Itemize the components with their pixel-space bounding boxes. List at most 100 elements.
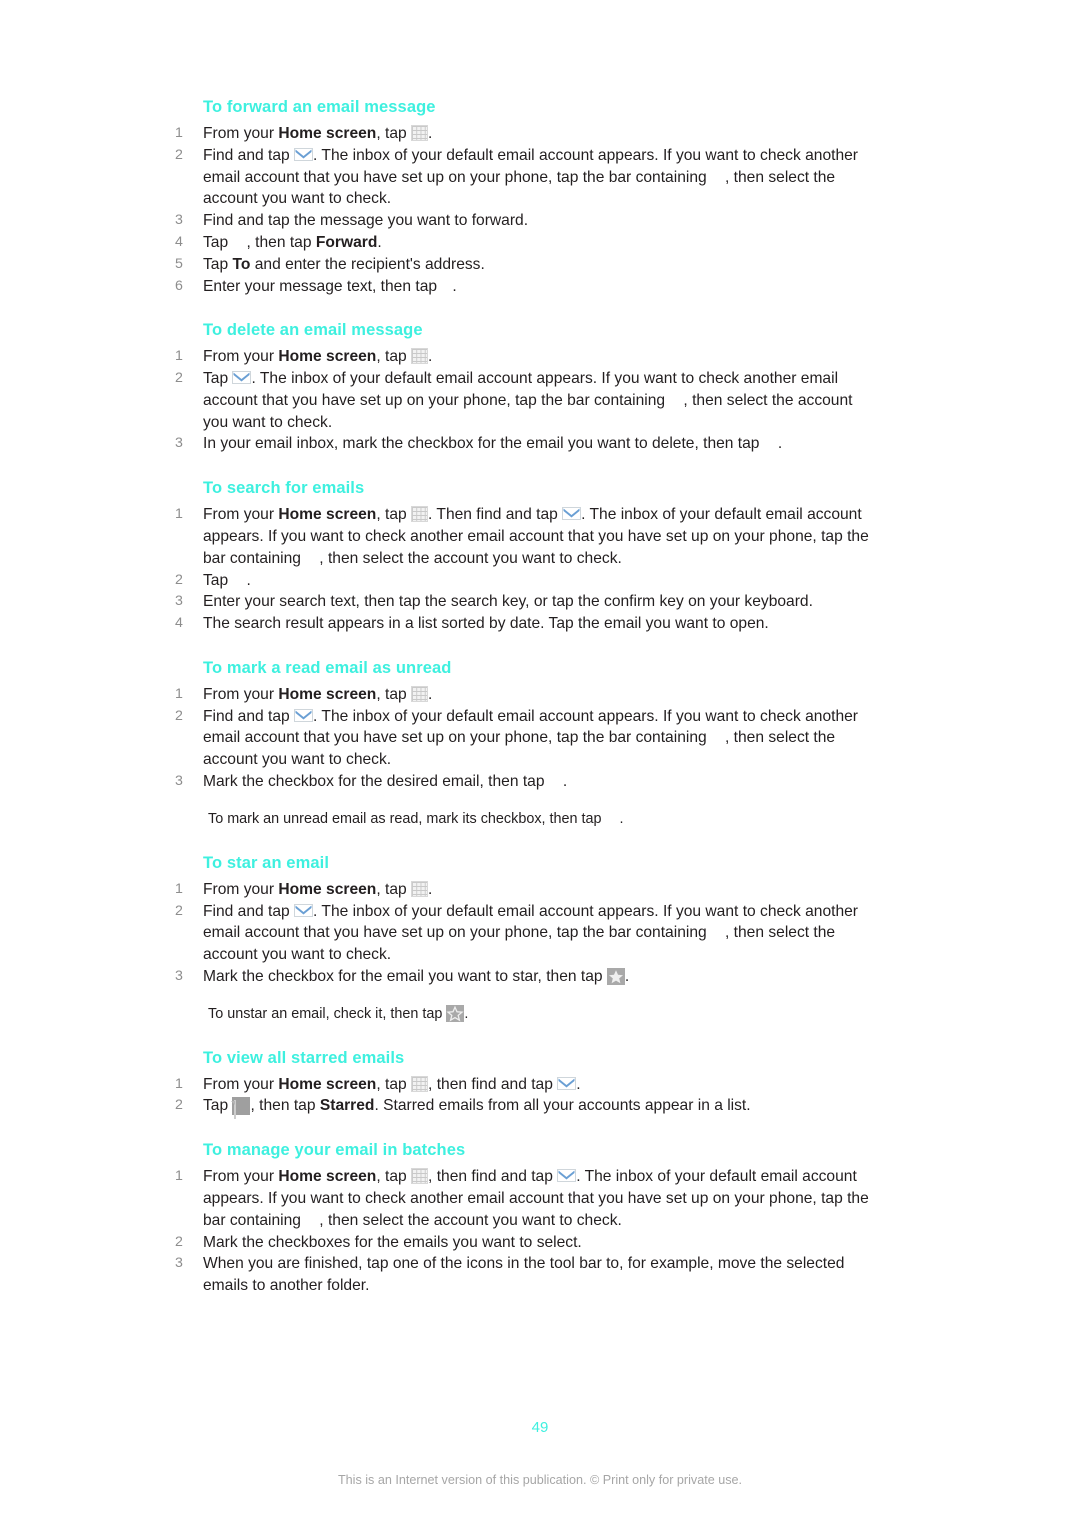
step-number: 3 xyxy=(175,1255,183,1272)
app-drawer-grid-icon xyxy=(411,124,429,141)
step-text: From your Home screen, tap . xyxy=(203,685,433,703)
emphasis-text: Home screen xyxy=(278,506,377,524)
step-item: 3 Enter your search text, then tap the se… xyxy=(175,591,875,613)
step-text: The search result appears in a list sort… xyxy=(203,615,769,633)
star-outline-icon xyxy=(446,1004,465,1022)
step-list: 1 From your Home screen, tap , then find … xyxy=(175,1074,875,1120)
step-list: 1 From your Home screen, tap . 2 Find and t… xyxy=(175,684,875,793)
step-number: 2 xyxy=(175,707,183,724)
envelope-icon xyxy=(294,903,314,917)
blank-glyph-icon xyxy=(669,395,683,408)
step-item: 1 From your Home screen, tap . xyxy=(175,346,875,368)
blank-glyph-icon xyxy=(232,237,246,250)
blank-glyph-icon xyxy=(232,575,246,588)
step-number: 3 xyxy=(175,435,183,452)
page-content: To forward an email message 1 From your Ho… xyxy=(175,96,875,1297)
step-number: 5 xyxy=(175,255,183,272)
step-text: Find and tap . The inbox of your default… xyxy=(203,146,858,208)
emphasis-text: Forward xyxy=(315,233,378,251)
envelope-icon xyxy=(232,371,252,385)
envelope-icon xyxy=(294,147,314,161)
step-text: From your Home screen, tap . xyxy=(203,880,433,898)
procedure-section: To view all starred emails 1 From your Hom… xyxy=(175,1047,875,1120)
blank-glyph-icon xyxy=(711,732,725,745)
step-text: Find and tap . The inbox of your default… xyxy=(203,902,858,964)
blank-glyph-icon xyxy=(711,172,725,185)
procedure-section: To star an email 1 From your Home screen, … xyxy=(175,852,875,1025)
step-number: 2 xyxy=(175,1097,183,1114)
section-heading: To view all starred emails xyxy=(203,1048,405,1067)
step-item: 3 Find and tap the message you want to fo… xyxy=(175,210,875,232)
envelope-icon xyxy=(294,708,314,722)
blank-glyph-icon xyxy=(711,927,725,940)
app-drawer-grid-icon xyxy=(411,348,429,365)
step-text: Tap . xyxy=(203,571,251,589)
step-number: 2 xyxy=(175,370,183,387)
step-item: 4 Tap , then tap Forward. xyxy=(175,232,875,254)
procedure-section: To search for emails 1 From your Home scre… xyxy=(175,477,875,635)
app-drawer-grid-icon xyxy=(411,506,429,523)
step-number: 1 xyxy=(175,685,183,702)
step-item: 1 From your Home screen, tap . xyxy=(175,684,875,706)
step-text: Tap , then tap Starred. Starred emails f… xyxy=(203,1097,751,1120)
step-number: 1 xyxy=(175,124,183,141)
step-text: From your Home screen, tap , then find a… xyxy=(203,1168,869,1229)
step-item: 6 Enter your message text, then tap . xyxy=(175,276,875,298)
procedure-section: To manage your email in batches 1 From you… xyxy=(175,1139,875,1297)
step-item: 1 From your Home screen, tap . xyxy=(175,879,875,901)
emphasis-text: To xyxy=(232,255,251,273)
step-item: 2 Tap . xyxy=(175,570,875,592)
step-number: 2 xyxy=(175,902,183,919)
step-number: 2 xyxy=(175,571,183,588)
section-heading: To manage your email in batches xyxy=(203,1141,466,1160)
app-drawer-grid-icon xyxy=(411,685,429,702)
step-number: 4 xyxy=(175,233,183,250)
section-note: To unstar an email, check it, then tap . xyxy=(208,1004,469,1022)
envelope-icon xyxy=(557,1169,577,1183)
envelope-icon xyxy=(557,1076,577,1090)
step-text: When you are finished, tap one of the ic… xyxy=(203,1255,845,1295)
step-item: 5 Tap To and enter the recipient's addres… xyxy=(175,254,875,276)
procedure-section: To mark a read email as unread 1 From your… xyxy=(175,657,875,830)
step-text: Find and tap the message you want to for… xyxy=(203,212,529,230)
step-list: 1 From your Home screen, tap . 2 Find and t… xyxy=(175,879,875,988)
step-item: 1 From your Home screen, tap , then find … xyxy=(175,1074,875,1096)
blank-glyph-sm-icon xyxy=(441,281,452,294)
document-page: To forward an email message 1 From your Ho… xyxy=(0,0,1080,1527)
step-text: Tap To and enter the recipient's address… xyxy=(203,255,485,273)
section-note: To mark an unread email as read, mark it… xyxy=(208,810,624,827)
folder-icon xyxy=(232,1097,251,1120)
step-item: 2 Find and tap . The inbox of your defaul… xyxy=(175,901,875,966)
step-number: 2 xyxy=(175,1233,183,1250)
step-item: 1 From your Home screen, tap , then find … xyxy=(175,1166,875,1231)
section-heading: To delete an email message xyxy=(203,321,423,340)
step-item: 4 The search result appears in a list sor… xyxy=(175,613,875,635)
footer-copyright-note: This is an Internet version of this publ… xyxy=(337,1473,743,1487)
step-item: 3 When you are finished, tap one of the i… xyxy=(175,1253,875,1297)
blank-glyph-icon xyxy=(549,776,563,789)
envelope-icon xyxy=(562,507,582,521)
procedure-section: To forward an email message 1 From your Ho… xyxy=(175,96,875,297)
step-item: 2 Mark the checkboxes for the emails you … xyxy=(175,1232,875,1254)
step-text: Mark the checkbox for the desired email,… xyxy=(203,773,568,791)
step-number: 3 xyxy=(175,773,183,790)
step-item: 2 Tap . The inbox of your default email a… xyxy=(175,368,875,433)
step-item: 2 Find and tap . The inbox of your defaul… xyxy=(175,145,875,210)
step-text: Enter your message text, then tap . xyxy=(203,277,457,295)
step-number: 3 xyxy=(175,967,183,984)
step-list: 1 From your Home screen, tap . Then find … xyxy=(175,504,875,635)
emphasis-text: Home screen xyxy=(278,685,377,703)
emphasis-text: Starred xyxy=(319,1097,375,1115)
emphasis-text: Home screen xyxy=(278,1075,377,1093)
step-item: 3 Mark the checkbox for the email you wan… xyxy=(175,966,875,988)
step-item: 3 In your email inbox, mark the checkbox … xyxy=(175,433,875,455)
step-number: 1 xyxy=(175,506,183,523)
step-number: 2 xyxy=(175,146,183,163)
blank-glyph-icon xyxy=(305,1215,319,1228)
section-heading: To forward an email message xyxy=(203,98,436,116)
step-text: Mark the checkbox for the email you want… xyxy=(203,967,630,985)
step-number: 1 xyxy=(175,880,183,897)
step-item: 1 From your Home screen, tap . Then find … xyxy=(175,504,875,569)
step-number: 3 xyxy=(175,593,183,610)
step-item: 2 Find and tap . The inbox of your defaul… xyxy=(175,706,875,771)
